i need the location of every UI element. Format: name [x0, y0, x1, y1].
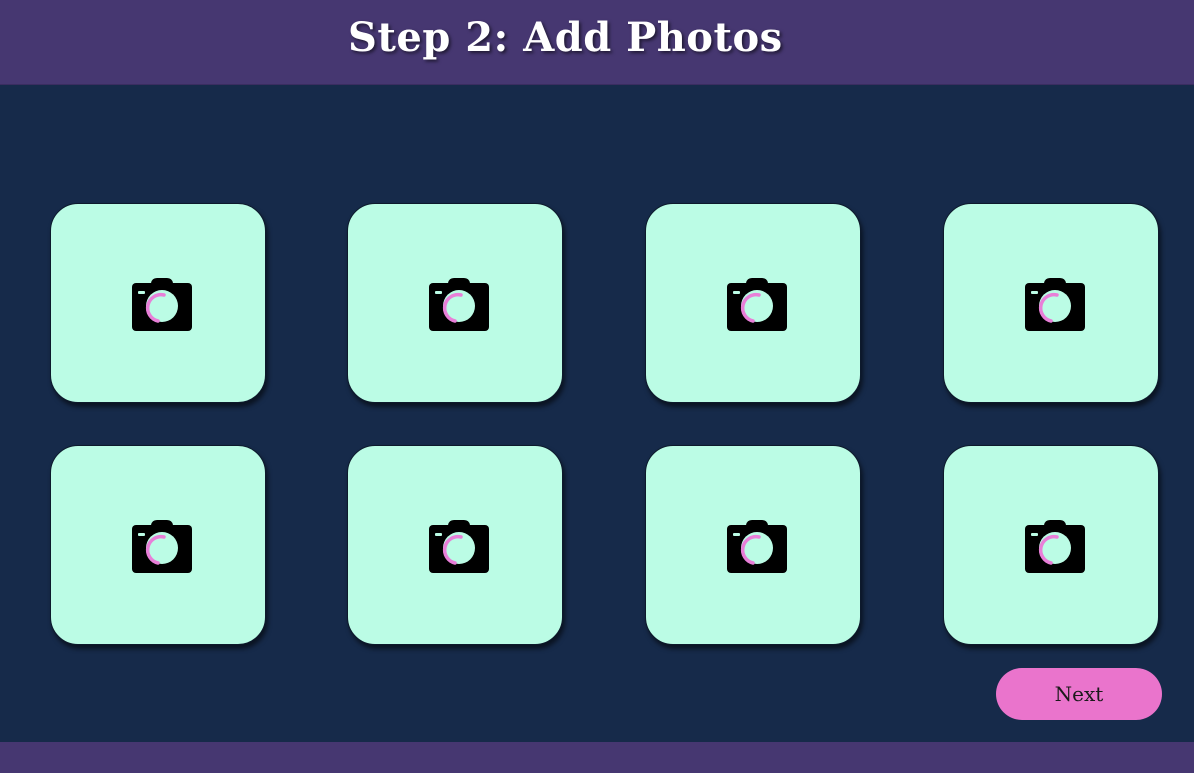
next-button[interactable]: Next	[996, 668, 1162, 720]
photo-slot-4[interactable]	[943, 203, 1159, 403]
camera-icon	[429, 519, 489, 573]
page-title: Step 2: Add Photos	[348, 14, 783, 61]
photo-slot-5[interactable]	[50, 445, 266, 645]
footer-bar	[0, 742, 1194, 773]
photo-slot-2[interactable]	[347, 203, 563, 403]
camera-icon	[429, 277, 489, 331]
camera-icon	[727, 277, 787, 331]
photo-slot-1[interactable]	[50, 203, 266, 403]
photo-slot-6[interactable]	[347, 445, 563, 645]
camera-icon	[132, 277, 192, 331]
photo-slot-7[interactable]	[645, 445, 861, 645]
camera-icon	[727, 519, 787, 573]
photo-slot-3[interactable]	[645, 203, 861, 403]
photo-slot-8[interactable]	[943, 445, 1159, 645]
header-bar: Step 2: Add Photos	[0, 0, 1194, 85]
camera-icon	[132, 519, 192, 573]
camera-icon	[1025, 519, 1085, 573]
camera-icon	[1025, 277, 1085, 331]
